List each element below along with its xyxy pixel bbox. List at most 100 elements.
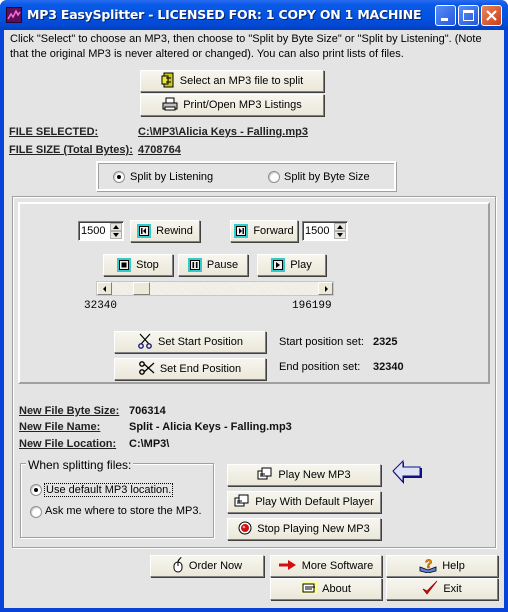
mouse-icon [172,556,184,576]
file-size-value: 4708764 [138,144,181,156]
help-button[interactable]: ? Help [386,555,498,577]
stop-button[interactable]: Stop [103,254,173,276]
new-file-location-label: New File Location: [19,438,117,450]
play-button[interactable]: Play [257,254,326,276]
default-location-radio[interactable] [30,484,42,496]
spin-up-icon[interactable] [110,223,122,231]
rewind-icon [137,224,152,238]
rewind-button[interactable]: Rewind [130,220,200,242]
set-end-position-label: Set End Position [159,363,242,375]
spin-up-icon[interactable] [334,223,346,231]
client-area: Click "Select" to choose an MP3, then ch… [4,30,504,608]
title-bar[interactable]: MP3 EasySplitter - LICENSED FOR: 1 COPY … [0,0,508,30]
help-label: Help [442,560,465,572]
scissors-icon [137,333,153,352]
spin-down-icon[interactable] [334,231,346,239]
position-min-label: 32340 [84,300,118,312]
new-file-name-label: New File Name: [19,421,101,433]
close-icon [486,10,497,21]
new-file-byte-size-label: New File Byte Size: [19,405,120,417]
new-file-location-value: C:\MP3\ [129,438,170,450]
splitting-options-group [20,463,214,538]
select-mp3-button[interactable]: Select an MP3 file to split [140,70,324,92]
ask-location-radio[interactable] [30,506,42,518]
order-now-button[interactable]: Order Now [150,555,264,577]
maximize-icon [463,10,474,21]
scroll-right-arrow-icon[interactable] [318,282,333,295]
default-location-label[interactable]: Use default MP3 location. [44,483,174,497]
red-arrow-icon [278,559,297,573]
more-software-button[interactable]: More Software [270,555,382,577]
exit-button[interactable]: Exit [386,578,498,600]
printer-icon [162,97,178,114]
scrollbar-thumb[interactable] [132,282,150,295]
stop-icon [117,258,132,272]
app-logo-icon [6,7,22,23]
close-button[interactable] [481,5,502,26]
print-listings-button[interactable]: Print/Open MP3 Listings [140,94,324,116]
forward-button[interactable]: Forward [230,220,298,242]
pause-label: Pause [206,259,239,271]
forward-step-value[interactable]: 1500 [305,225,329,237]
help-book-icon: ? [419,556,437,576]
new-file-name-value: Split - Alicia Keys - Falling.mp3 [129,421,292,433]
pointer-arrow-icon [392,459,424,489]
play-new-mp3-label: Play New MP3 [278,469,351,481]
print-listings-label: Print/Open MP3 Listings [183,99,302,111]
info-card-icon [301,581,318,597]
minimize-icon [441,18,448,21]
splitting-options-title: When splitting files: [26,458,134,472]
split-by-listening-label[interactable]: Split by Listening [130,171,213,183]
split-by-byte-size-label[interactable]: Split by Byte Size [284,171,370,183]
stop-playing-button[interactable]: Stop Playing New MP3 [227,518,381,540]
set-start-position-button[interactable]: Set Start Position [114,331,266,353]
play-label: Play [290,259,312,271]
music-notes-icon [234,494,250,511]
spin-down-icon[interactable] [110,231,122,239]
fast-forward-icon [234,224,249,238]
ask-location-label[interactable]: Ask me where to store the MP3. [45,505,202,517]
position-scrollbar[interactable] [96,281,334,296]
music-notes-icon [257,467,273,484]
set-end-position-button[interactable]: Set End Position [114,358,266,380]
end-position-set-label: End position set: [279,361,361,373]
scissors-icon [138,360,155,379]
rewind-step-value[interactable]: 1500 [81,225,105,237]
split-mode-group: Split by Listening Split by Byte Size [96,161,396,191]
play-new-mp3-button[interactable]: Play New MP3 [227,464,381,486]
play-icon [271,258,286,272]
intro-text: Click "Select" to choose an MP3, then ch… [10,33,482,60]
position-max-label: 196199 [292,300,332,312]
minimize-button[interactable] [435,5,456,26]
start-position-set-label: Start position set: [279,336,364,348]
forward-label: Forward [253,225,294,237]
stop-label: Stop [136,259,159,271]
file-size-label: FILE SIZE (Total Bytes): [9,144,133,156]
rewind-label: Rewind [156,225,193,237]
exit-label: Exit [443,583,462,595]
forward-step-spinner[interactable]: 1500 [302,221,348,241]
record-stop-icon [238,521,252,538]
start-position-set-value: 2325 [373,336,398,348]
select-mp3-label: Select an MP3 file to split [179,75,304,87]
split-by-listening-radio[interactable] [113,171,125,183]
about-button[interactable]: About [270,578,382,600]
play-default-player-label: Play With Default Player [255,496,374,508]
window-title: MP3 EasySplitter - LICENSED FOR: 1 COPY … [27,7,422,22]
order-now-label: Order Now [188,560,243,572]
more-software-label: More Software [301,560,374,572]
app-window: MP3 EasySplitter - LICENSED FOR: 1 COPY … [0,0,508,612]
file-cabinet-icon [161,72,175,91]
pause-button[interactable]: Pause [178,254,248,276]
scroll-left-arrow-icon[interactable] [97,282,112,295]
play-default-player-button[interactable]: Play With Default Player [227,491,381,513]
pause-icon [187,258,202,272]
rewind-step-spinner[interactable]: 1500 [78,221,124,241]
maximize-button[interactable] [458,5,479,26]
new-file-byte-size-value: 706314 [129,405,166,417]
file-selected-value: C:\MP3\Alicia Keys - Falling.mp3 [138,126,308,138]
about-label: About [322,583,351,595]
end-position-set-value: 32340 [373,361,404,373]
file-selected-label: FILE SELECTED: [9,126,99,138]
split-by-byte-size-radio[interactable] [268,171,280,183]
